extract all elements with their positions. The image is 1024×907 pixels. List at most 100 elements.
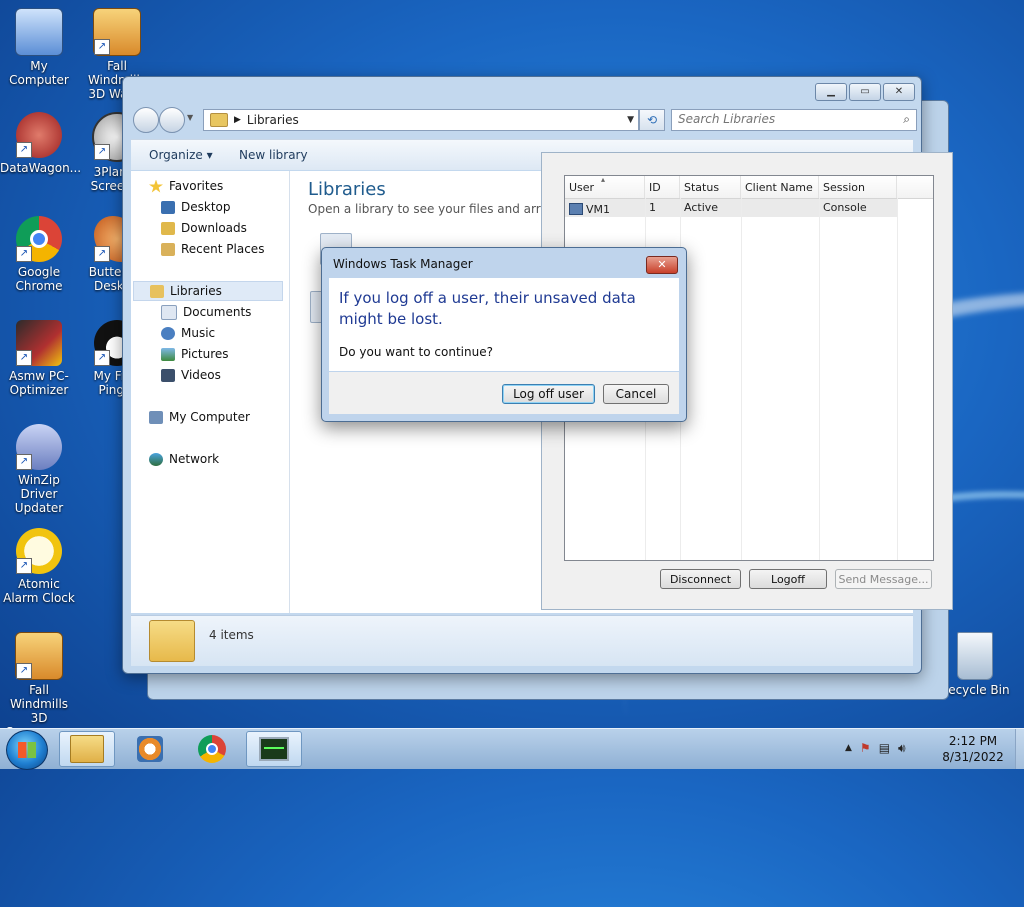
recent-pages-dropdown[interactable]: ▼ bbox=[187, 113, 193, 122]
navigation-row: ▼ ▶ Libraries ▼ ⟲ ⌕ bbox=[131, 105, 917, 133]
desktop-icon-google-chrome[interactable]: ↗ Google Chrome bbox=[0, 216, 78, 293]
nav-music[interactable]: Music bbox=[161, 323, 215, 343]
volume-icon[interactable]: 🔊︎ bbox=[898, 741, 906, 756]
nav-libraries[interactable]: Libraries bbox=[133, 281, 283, 301]
user-icon bbox=[569, 203, 583, 215]
nav-documents[interactable]: Documents bbox=[161, 302, 251, 322]
task-manager-icon bbox=[259, 737, 289, 761]
dialog-close-button[interactable]: ✕ bbox=[646, 256, 678, 274]
row-user-cell: VM1 bbox=[565, 199, 645, 217]
network-icon bbox=[149, 452, 163, 466]
send-message-button[interactable]: Send Message... bbox=[835, 569, 932, 589]
network-tray-icon[interactable]: ▤ bbox=[879, 741, 890, 756]
address-dropdown-icon[interactable]: ▼ bbox=[627, 115, 634, 125]
show-hidden-icons-button[interactable]: ▲ bbox=[845, 741, 852, 756]
column-client-label: Client Name bbox=[745, 181, 813, 194]
taskbar-media-player[interactable] bbox=[122, 731, 178, 767]
taskbar-explorer[interactable] bbox=[59, 731, 115, 767]
shortcut-arrow-icon: ↗ bbox=[94, 39, 110, 55]
caption-buttons: ▁ ▭ ✕ bbox=[815, 83, 915, 101]
clock[interactable]: 2:12 PM 8/31/2022 bbox=[930, 733, 1016, 765]
taskbar: ▲ ⚑ ▤ 🔊︎ 2:12 PM 8/31/2022 bbox=[0, 728, 1024, 770]
shortcut-arrow-icon: ↗ bbox=[16, 558, 32, 574]
desktop-icon-label: Asmw PC-Optimizer bbox=[9, 369, 69, 397]
close-window-button[interactable]: ✕ bbox=[883, 83, 915, 101]
row-session: Console bbox=[823, 201, 867, 214]
breadcrumb-separator-icon: ▶ bbox=[234, 115, 241, 125]
navigation-pane: Favorites Desktop Downloads Recent Place… bbox=[131, 171, 290, 613]
column-header-session[interactable]: Session bbox=[819, 176, 897, 198]
dialog-question: Do you want to continue? bbox=[339, 345, 493, 359]
logoff-button[interactable]: Logoff bbox=[749, 569, 827, 589]
search-input[interactable] bbox=[672, 110, 894, 128]
nav-my-computer[interactable]: My Computer bbox=[149, 407, 250, 427]
breadcrumb-libraries[interactable]: Libraries bbox=[247, 113, 299, 127]
libraries-folder-icon bbox=[149, 620, 195, 662]
folder-icon bbox=[70, 735, 104, 763]
cancel-button[interactable]: Cancel bbox=[603, 384, 669, 404]
show-desktop-button[interactable] bbox=[1015, 729, 1024, 769]
nav-downloads[interactable]: Downloads bbox=[161, 218, 247, 238]
nav-desktop-label: Desktop bbox=[181, 200, 231, 214]
system-tray: ▲ ⚑ ▤ 🔊︎ bbox=[845, 741, 906, 756]
column-header-id[interactable]: ID bbox=[645, 176, 680, 198]
table-row[interactable]: VM1 1 Active Console bbox=[565, 199, 897, 217]
refresh-button[interactable]: ⟲ bbox=[639, 109, 665, 131]
nav-network[interactable]: Network bbox=[149, 449, 219, 469]
search-box[interactable]: ⌕ bbox=[671, 109, 917, 131]
shortcut-arrow-icon: ↗ bbox=[16, 246, 32, 262]
downloads-folder-icon bbox=[161, 221, 175, 235]
disconnect-button[interactable]: Disconnect bbox=[660, 569, 741, 589]
log-off-user-button[interactable]: Log off user bbox=[502, 384, 595, 404]
sort-ascending-icon: ▴ bbox=[601, 175, 606, 184]
clock-time: 2:12 PM bbox=[948, 734, 998, 748]
alarm-clock-icon: ↗ bbox=[16, 528, 62, 574]
media-player-icon bbox=[137, 736, 163, 762]
desktop-icon-datawagon[interactable]: ↗ DataWagon... bbox=[0, 112, 81, 175]
nav-favorites-label: Favorites bbox=[169, 179, 224, 193]
nav-favorites[interactable]: Favorites bbox=[149, 176, 223, 196]
taskbar-chrome[interactable] bbox=[184, 731, 240, 767]
column-id-label: ID bbox=[649, 181, 661, 194]
maximize-button[interactable]: ▭ bbox=[849, 83, 881, 101]
nav-recent-places[interactable]: Recent Places bbox=[161, 239, 264, 259]
datawagon-icon: ↗ bbox=[16, 112, 62, 158]
desktop-icon-label: My Computer bbox=[9, 59, 69, 87]
star-icon bbox=[149, 179, 163, 193]
optimizer-icon: ↗ bbox=[16, 320, 62, 366]
column-header-user[interactable]: User ▴ bbox=[565, 175, 645, 198]
desktop-icon-my-computer[interactable]: My Computer bbox=[0, 8, 78, 87]
new-library-button[interactable]: New library bbox=[239, 148, 308, 162]
nav-pictures[interactable]: Pictures bbox=[161, 344, 229, 364]
column-header-client-name[interactable]: Client Name bbox=[741, 176, 819, 198]
action-center-flag-icon[interactable]: ⚑ bbox=[860, 741, 871, 756]
address-bar[interactable]: ▶ Libraries ▼ bbox=[203, 109, 639, 131]
taskbar-task-manager[interactable] bbox=[246, 731, 302, 767]
dialog-body: If you log off a user, their unsaved dat… bbox=[329, 278, 679, 371]
column-user-label: User bbox=[569, 181, 595, 194]
start-button[interactable] bbox=[6, 730, 48, 770]
desktop-icon-asmw-optimizer[interactable]: ↗ Asmw PC-Optimizer bbox=[0, 320, 78, 397]
logoff-confirm-dialog: Windows Task Manager ✕ If you log off a … bbox=[321, 247, 687, 422]
shortcut-arrow-icon: ↗ bbox=[16, 663, 32, 679]
back-button[interactable] bbox=[133, 107, 159, 133]
desktop-icon-atomic-alarm-clock[interactable]: ↗ Atomic Alarm Clock bbox=[0, 528, 78, 605]
page-subtitle: Open a library to see your files and arr… bbox=[308, 202, 580, 216]
search-icon[interactable]: ⌕ bbox=[903, 112, 910, 127]
nav-videos[interactable]: Videos bbox=[161, 365, 221, 385]
minimize-button[interactable]: ▁ bbox=[815, 83, 847, 101]
column-header-status[interactable]: Status bbox=[680, 176, 741, 198]
details-pane: 4 items bbox=[131, 615, 913, 666]
computer-icon bbox=[15, 8, 63, 56]
chrome-icon: ↗ bbox=[16, 216, 62, 262]
organize-button[interactable]: Organize ▾ bbox=[149, 148, 213, 162]
shortcut-arrow-icon: ↗ bbox=[94, 246, 110, 262]
desktop-icon-fall-windmills-screensaver[interactable]: ↗ Fall Windmills 3D Screensa... bbox=[0, 632, 78, 739]
desktop-icon-winzip-driver-updater[interactable]: ↗ WinZip Driver Updater bbox=[0, 424, 78, 515]
dialog-footer: Log off user Cancel bbox=[329, 372, 679, 414]
nav-computer-label: My Computer bbox=[169, 410, 250, 424]
nav-recent-label: Recent Places bbox=[181, 242, 265, 256]
nav-desktop[interactable]: Desktop bbox=[161, 197, 231, 217]
column-session-label: Session bbox=[823, 181, 865, 194]
forward-button[interactable] bbox=[159, 107, 185, 133]
